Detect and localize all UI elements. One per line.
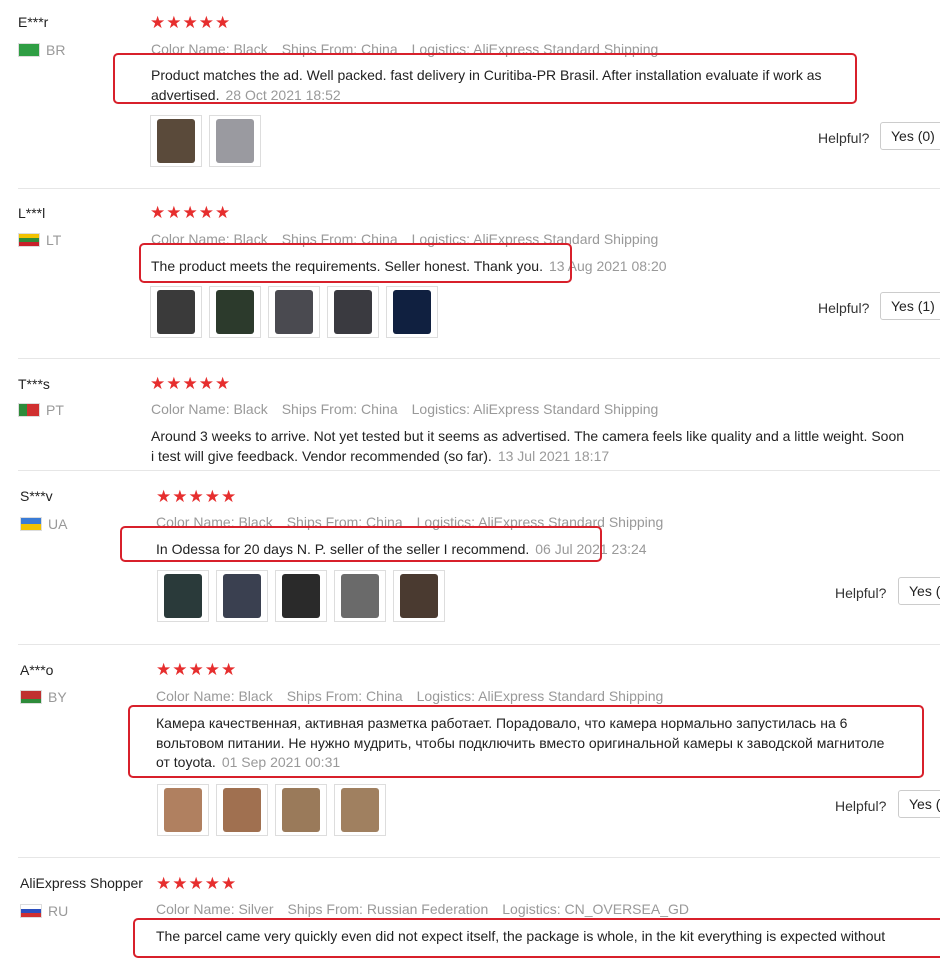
review-photos: [150, 115, 261, 167]
reviewer-name: A***o: [20, 662, 54, 678]
review-photo[interactable]: [275, 784, 327, 836]
flag-icon: [18, 233, 40, 247]
divider: [18, 857, 940, 858]
review-date: 13 Jul 2021 18:17: [497, 447, 610, 464]
review-photo[interactable]: [275, 570, 327, 622]
reviewer-country: UA: [20, 516, 67, 532]
flag-icon: [18, 43, 40, 57]
review-photo[interactable]: [157, 784, 209, 836]
review-photo[interactable]: [209, 286, 261, 338]
review-photo[interactable]: [334, 784, 386, 836]
review-photo[interactable]: [150, 115, 202, 167]
highlight-box: [120, 526, 602, 562]
helpful-label: Helpful?: [818, 130, 870, 146]
helpful-yes-button[interactable]: Yes (0): [880, 122, 940, 150]
logistics: Logistics: AliExpress Standard Shipping: [416, 688, 664, 704]
review-photos: [150, 286, 438, 338]
reviewer-country: PT: [18, 402, 64, 418]
helpful-yes-button[interactable]: Yes (1): [880, 292, 940, 320]
star-rating: ★★★★★: [156, 874, 238, 893]
flag-icon: [20, 690, 42, 704]
star-rating: ★★★★★: [150, 13, 232, 32]
country-code: UA: [48, 516, 68, 532]
review-photo[interactable]: [327, 286, 379, 338]
star-rating: ★★★★★: [150, 203, 232, 222]
ships-from: Ships From: China: [286, 688, 403, 704]
reviewer-name: T***s: [18, 376, 50, 392]
reviewer-name: L***l: [18, 205, 46, 221]
review-photo[interactable]: [386, 286, 438, 338]
reviewer-name: AliExpress Shopper: [20, 875, 143, 891]
reviewer-name: S***v: [20, 488, 53, 504]
star-rating: ★★★★★: [150, 374, 232, 393]
divider: [18, 358, 940, 359]
logistics: Logistics: CN_OVERSEA_GD: [502, 901, 689, 917]
highlight-box: [113, 53, 857, 104]
highlight-box: [133, 918, 940, 958]
review-photo[interactable]: [209, 115, 261, 167]
logistics: Logistics: AliExpress Standard Shipping: [411, 401, 659, 417]
reviewer-country: LT: [18, 232, 61, 248]
review-photo[interactable]: [150, 286, 202, 338]
divider: [18, 644, 940, 645]
review-meta: Color Name: Silver Ships From: Russian Fe…: [156, 901, 703, 917]
divider: [18, 188, 940, 189]
divider: [18, 470, 940, 471]
reviewer-name: E***r: [18, 14, 49, 30]
color-name: Color Name: Black: [151, 401, 268, 417]
ships-from: Ships From: Russian Federation: [287, 901, 489, 917]
review-meta: Color Name: Black Ships From: China Logist…: [156, 688, 677, 704]
helpful-yes-button[interactable]: Yes (: [898, 790, 940, 818]
country-code: BY: [48, 689, 67, 705]
review-photo[interactable]: [157, 570, 209, 622]
flag-icon: [20, 517, 42, 531]
review-photo[interactable]: [393, 570, 445, 622]
ships-from: Ships From: China: [281, 401, 398, 417]
review-photo[interactable]: [334, 570, 386, 622]
review-meta: Color Name: Black Ships From: China Logist…: [151, 401, 672, 417]
country-code: PT: [46, 402, 64, 418]
star-rating: ★★★★★: [156, 660, 238, 679]
review-photos: [157, 570, 445, 622]
reviewer-country: RU: [20, 903, 68, 919]
helpful-yes-button[interactable]: Yes (: [898, 577, 940, 605]
highlight-box: [128, 705, 924, 778]
review-photo[interactable]: [268, 286, 320, 338]
review-text: Around 3 weeks to arrive. Not yet tested…: [151, 427, 911, 466]
color-name: Color Name: Black: [156, 688, 273, 704]
flag-icon: [20, 904, 42, 918]
star-rating: ★★★★★: [156, 487, 238, 506]
country-code: RU: [48, 903, 69, 919]
highlight-box: [139, 243, 572, 283]
country-code: BR: [46, 42, 66, 58]
helpful-label: Helpful?: [818, 300, 870, 316]
flag-icon: [18, 403, 40, 417]
review-photo[interactable]: [216, 784, 268, 836]
country-code: LT: [46, 232, 62, 248]
helpful-label: Helpful?: [835, 798, 887, 814]
helpful-label: Helpful?: [835, 585, 887, 601]
color-name: Color Name: Silver: [156, 901, 274, 917]
reviewer-country: BY: [20, 689, 67, 705]
review-photo[interactable]: [216, 570, 268, 622]
reviewer-country: BR: [18, 42, 65, 58]
review-photos: [157, 784, 386, 836]
